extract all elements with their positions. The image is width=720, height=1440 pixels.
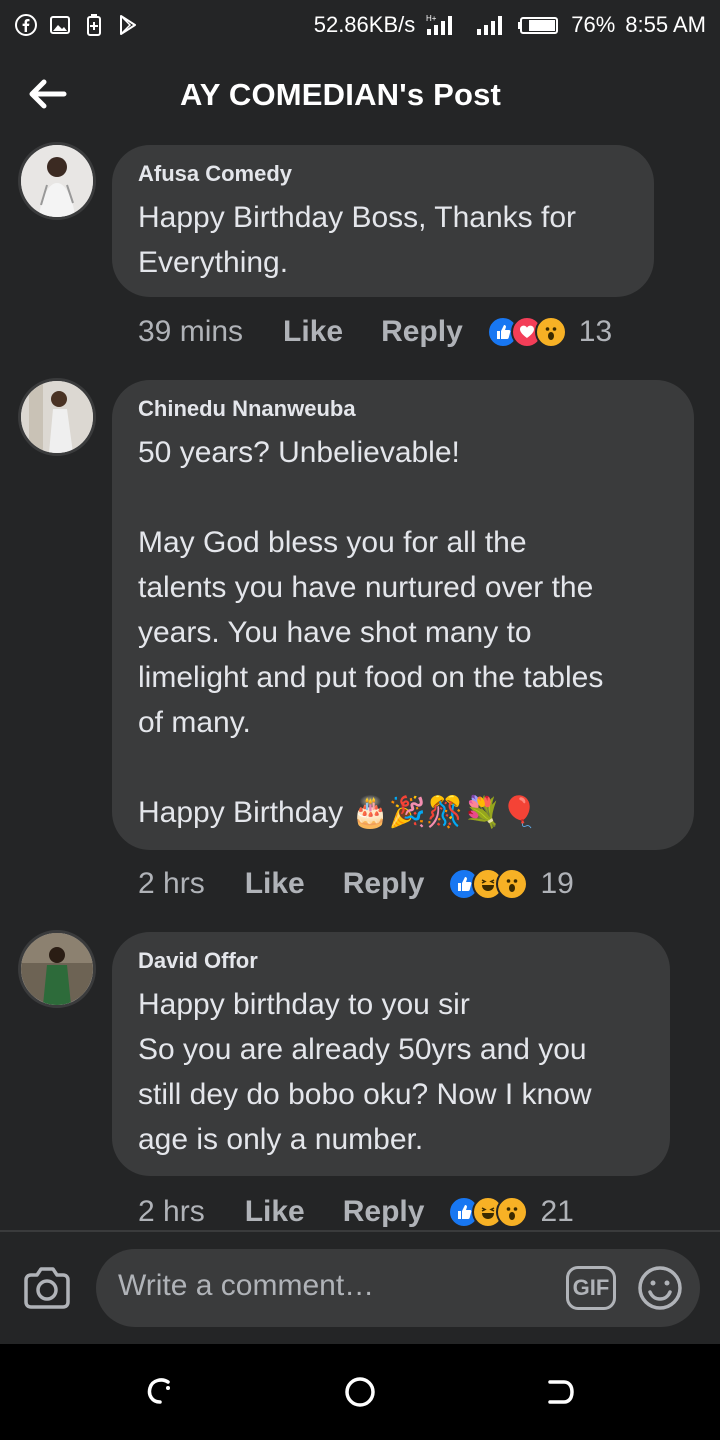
battery-percent: 76% — [571, 12, 616, 37]
reply-button[interactable]: Reply — [343, 1195, 425, 1229]
camera-button[interactable] — [20, 1262, 74, 1316]
comment-author[interactable]: Afusa Comedy — [138, 161, 628, 187]
emoji-button[interactable] — [636, 1264, 684, 1312]
comment-line-with-emoji: Happy Birthday 🎂🎉🎊💐🎈 — [138, 790, 668, 835]
svg-text:H+: H+ — [426, 14, 437, 23]
comment-bubble: Afusa Comedy Happy Birthday Boss, Thanks… — [112, 145, 654, 297]
comment-actions: 39 mins Like Reply 13 — [138, 310, 612, 354]
home-icon — [345, 1377, 375, 1407]
home-button[interactable] — [342, 1374, 378, 1410]
status-bar: 52.86KB/s H+ 76% 8:55 AM — [0, 0, 720, 50]
comment-time: 2 hrs — [138, 1195, 205, 1228]
avatar[interactable] — [18, 930, 96, 1008]
back-nav-icon — [548, 1380, 574, 1404]
like-button[interactable]: Like — [283, 315, 343, 349]
recent-apps-icon — [147, 1378, 170, 1404]
signal-icon: H+ — [425, 13, 465, 37]
comment-composer: Write a comment… GIF — [0, 1232, 720, 1344]
comment-text: Happy Birthday Boss, Thanks for Everythi… — [138, 201, 576, 279]
comment-line: Happy Birthday — [138, 796, 344, 829]
comment-line: still dey do bobo oku? Now I know — [138, 1078, 592, 1111]
wow-reaction-icon — [534, 316, 567, 348]
reaction-count: 19 — [540, 867, 574, 900]
comment-line: May God bless you for all the — [138, 526, 527, 559]
comment-text: Happy birthday to you sir So you are alr… — [138, 982, 644, 1162]
comment-line: limelight and put food on the tables — [138, 661, 604, 694]
system-status: 52.86KB/s H+ 76% 8:55 AM — [314, 12, 706, 38]
post-header: AY COMEDIAN's Post — [0, 50, 720, 142]
comment-line — [138, 745, 668, 790]
comment-actions: 2 hrs Like Reply 19 — [138, 862, 574, 906]
wow-reaction-icon — [496, 1196, 529, 1228]
comment-input-placeholder: Write a comment… — [118, 1269, 375, 1302]
comment-line: Happy birthday to you sir — [138, 988, 470, 1021]
gif-button[interactable]: GIF — [566, 1266, 616, 1310]
network-speed: 52.86KB/s — [313, 12, 416, 37]
comment-time: 39 mins — [138, 315, 244, 348]
back-arrow-icon — [29, 79, 67, 109]
reaction-count: 21 — [540, 1195, 574, 1228]
comment-line: talents you have nurtured over the — [138, 571, 594, 604]
camera-icon — [24, 1267, 70, 1309]
comment-line: So you are already 50yrs and you — [138, 1033, 587, 1066]
comment-line: age is only a number. — [138, 1123, 424, 1156]
clock: 8:55 AM — [625, 12, 706, 37]
comment-line: 50 years? Unbelievable! — [138, 436, 460, 469]
comment-actions: 2 hrs Like Reply 21 — [138, 1190, 574, 1234]
comment-author[interactable]: David Offor — [138, 948, 644, 974]
comment-line: years. You have shot many to — [138, 616, 532, 649]
comment-bubble: David Offor Happy birthday to you sir So… — [112, 932, 670, 1176]
reaction-summary[interactable] — [448, 868, 529, 900]
signal-icon-2 — [475, 13, 507, 37]
reaction-summary[interactable] — [448, 1196, 529, 1228]
smiley-icon — [638, 1266, 682, 1310]
reply-button[interactable]: Reply — [381, 315, 463, 349]
play-store-icon — [116, 13, 140, 37]
facebook-icon — [14, 13, 38, 37]
wow-reaction-icon — [496, 868, 529, 900]
comment-author[interactable]: Chinedu Nnanweuba — [138, 396, 668, 422]
system-nav-bar — [0, 1344, 720, 1440]
reaction-count: 13 — [578, 315, 613, 348]
reaction-summary[interactable] — [486, 316, 567, 348]
avatar[interactable] — [18, 378, 96, 456]
page-title: AY COMEDIAN's Post — [180, 77, 502, 112]
back-nav-button[interactable] — [542, 1374, 578, 1410]
battery-saver-icon — [82, 13, 106, 37]
comment-time: 2 hrs — [138, 867, 205, 900]
image-icon — [48, 13, 72, 37]
battery-icon — [517, 13, 561, 37]
recent-apps-button[interactable] — [142, 1374, 178, 1410]
emoji-string: 🎂🎉🎊💐🎈 — [351, 795, 539, 830]
reply-button[interactable]: Reply — [343, 867, 425, 901]
like-button[interactable]: Like — [245, 867, 305, 901]
comment-line: of many. — [138, 706, 251, 739]
comment-text: 50 years? Unbelievable! May God bless yo… — [138, 430, 668, 835]
notification-icons — [14, 13, 140, 37]
comment-line — [138, 475, 668, 520]
like-button[interactable]: Like — [245, 1195, 305, 1229]
comment-bubble: Chinedu Nnanweuba 50 years? Unbelievable… — [112, 380, 694, 850]
comment-input[interactable]: Write a comment… GIF — [96, 1249, 700, 1327]
back-button[interactable] — [26, 72, 70, 116]
avatar[interactable] — [18, 142, 96, 220]
